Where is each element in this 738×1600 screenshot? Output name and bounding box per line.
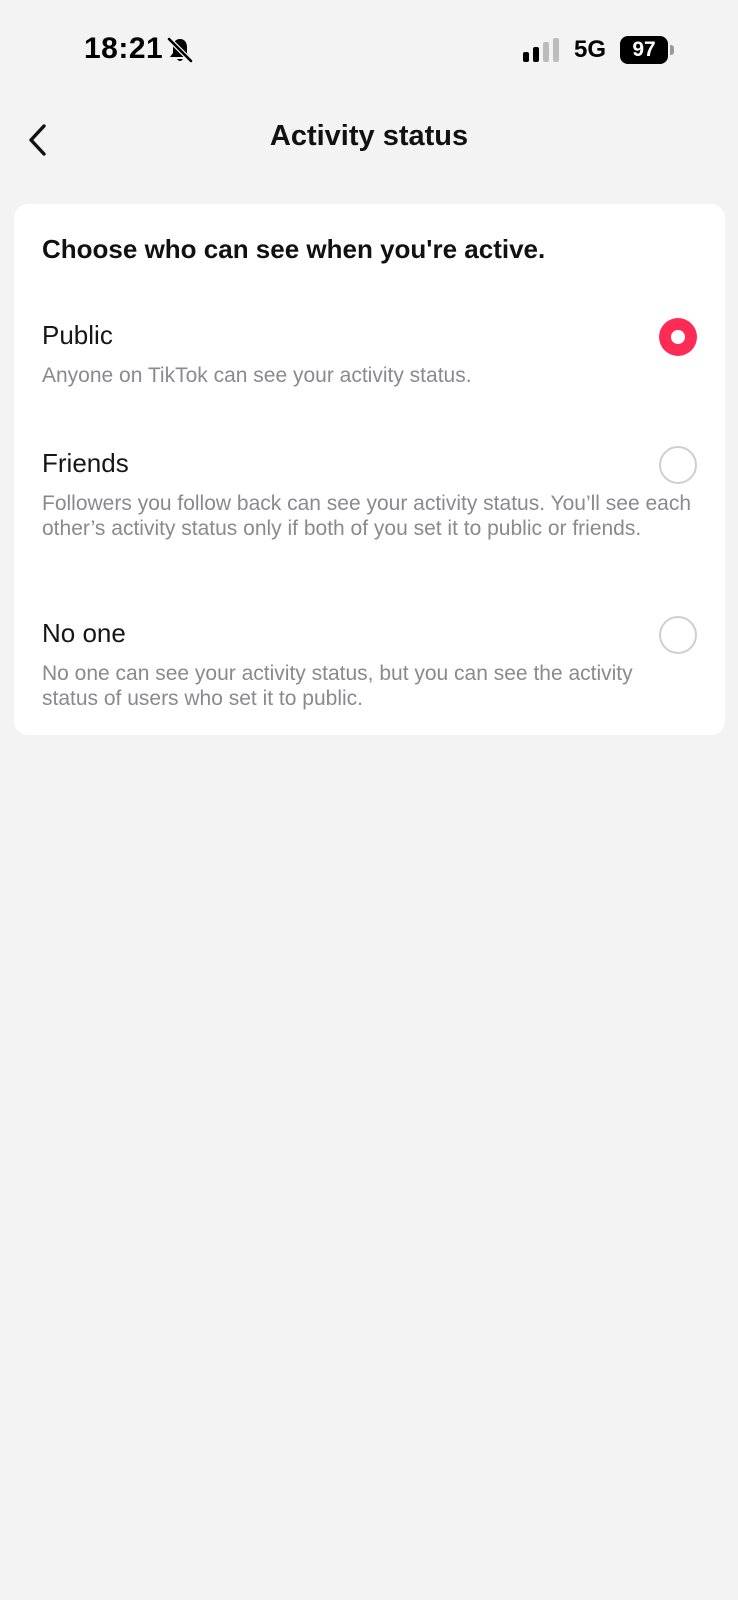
option-description: Anyone on TikTok can see your activity s… <box>42 364 472 387</box>
battery-level: 97 <box>632 38 656 61</box>
activity-status-card: Choose who can see when you're active. P… <box>14 204 725 735</box>
option-label: Friends <box>42 448 129 478</box>
option-public[interactable]: Public Anyone on TikTok can see your act… <box>14 318 725 410</box>
cellular-signal-icon <box>523 38 559 62</box>
battery-cap <box>670 45 674 55</box>
network-type: 5G <box>574 36 607 63</box>
option-label: No one <box>42 618 126 648</box>
page-title: Activity status <box>269 120 469 152</box>
radio-friends[interactable] <box>659 446 697 484</box>
status-time: 18:21 <box>84 32 164 65</box>
option-description: No one can see your activity status, but… <box>42 662 633 710</box>
card-heading: Choose who can see when you're active. <box>42 234 546 264</box>
option-no-one[interactable]: No one No one can see your activity stat… <box>14 616 725 718</box>
option-label: Public <box>42 320 113 350</box>
option-friends[interactable]: Friends Followers you follow back can se… <box>14 446 725 578</box>
battery-icon: 97 <box>620 36 668 64</box>
radio-public-selected[interactable] <box>659 318 697 356</box>
radio-no-one[interactable] <box>659 616 697 654</box>
status-bar: 18:21 5G 97 <box>0 0 738 100</box>
header: Activity status <box>0 100 738 180</box>
bell-muted-icon <box>167 37 193 63</box>
option-description: Followers you follow back can see your a… <box>42 492 692 540</box>
